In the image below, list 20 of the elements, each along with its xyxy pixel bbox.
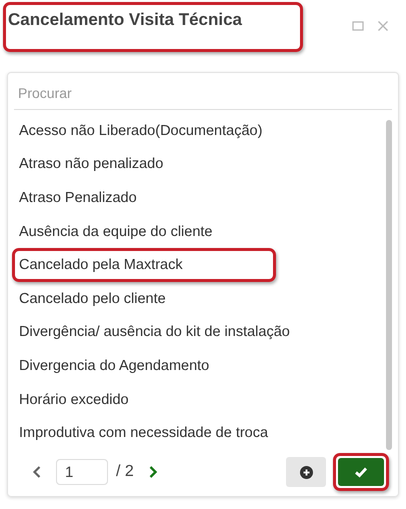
list-item[interactable]: Improdutiva com necessidade de troca [14, 425, 268, 442]
page-total: / 2 [116, 463, 134, 481]
confirm-button[interactable] [338, 458, 384, 486]
list-item[interactable]: Ausência da equipe do cliente [14, 224, 212, 240]
list-item[interactable]: Divergencia do Agendamento [14, 358, 210, 374]
plus-circle-icon [300, 466, 312, 478]
list-item[interactable]: Horário excedido [14, 392, 129, 408]
page-field[interactable]: 1 [56, 459, 108, 485]
window-title: Cancelamento Visita Técnica [8, 10, 242, 30]
check-icon [354, 466, 368, 478]
scrollbar[interactable] [386, 120, 392, 450]
list-item[interactable]: Divergência/ ausência do kit de instalação [14, 324, 290, 340]
list-item[interactable]: Acesso não Liberado(Documentação) [14, 122, 262, 139]
next-page-icon[interactable] [148, 465, 158, 479]
list-item[interactable]: Cancelado pelo cliente [14, 290, 166, 307]
list-item[interactable]: Atraso Penalizado [14, 190, 137, 206]
previous-page-icon[interactable] [32, 465, 42, 479]
list-item[interactable]: Cancelado pela Maxtrack [14, 257, 183, 274]
list-item[interactable]: Atraso não penalizado [14, 156, 164, 172]
add-button[interactable] [286, 457, 326, 487]
